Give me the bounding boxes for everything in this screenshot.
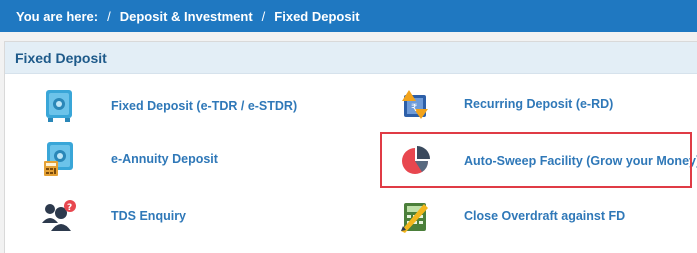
svg-text:?: ? xyxy=(67,203,72,213)
panel-title: Fixed Deposit xyxy=(5,42,697,74)
menu-item-close-overdraft[interactable]: Close Overdraft against FD xyxy=(397,198,625,234)
safe-icon xyxy=(41,88,77,124)
breadcrumb: You are here: / Deposit & Investment / F… xyxy=(0,0,697,32)
breadcrumb-separator: / xyxy=(261,8,266,24)
svg-text:₹: ₹ xyxy=(411,103,417,114)
menu-item-label: Close Overdraft against FD xyxy=(464,209,626,223)
highlight-box xyxy=(380,132,692,188)
menu-item-e-annuity-deposit[interactable]: e-Annuity Deposit xyxy=(41,141,218,177)
breadcrumb-deposit-investment[interactable]: Deposit & Investment xyxy=(120,9,253,24)
menu-item-label: TDS Enquiry xyxy=(111,209,187,223)
breadcrumb-fixed-deposit: Fixed Deposit xyxy=(274,8,360,24)
menu-item-recurring-deposit[interactable]: ₹ Recurring Deposit (e-RD) xyxy=(397,86,613,122)
menu-item-label: Recurring Deposit (e-RD) xyxy=(464,97,614,111)
calculator-pen-icon xyxy=(397,198,433,234)
breadcrumb-separator: / xyxy=(107,8,111,24)
menu-item-tds-enquiry[interactable]: ? TDS Enquiry xyxy=(41,198,186,234)
safe-calculator-icon xyxy=(41,141,77,177)
breadcrumb-prefix: You are here: xyxy=(16,8,99,24)
menu-item-label: e-Annuity Deposit xyxy=(111,152,218,166)
people-question-icon: ? xyxy=(41,198,77,234)
menu-item-label: Fixed Deposit (e-TDR / e-STDR) xyxy=(111,99,298,113)
recurring-arrows-icon: ₹ xyxy=(397,86,433,122)
menu-item-fixed-deposit[interactable]: Fixed Deposit (e-TDR / e-STDR) xyxy=(41,88,297,124)
